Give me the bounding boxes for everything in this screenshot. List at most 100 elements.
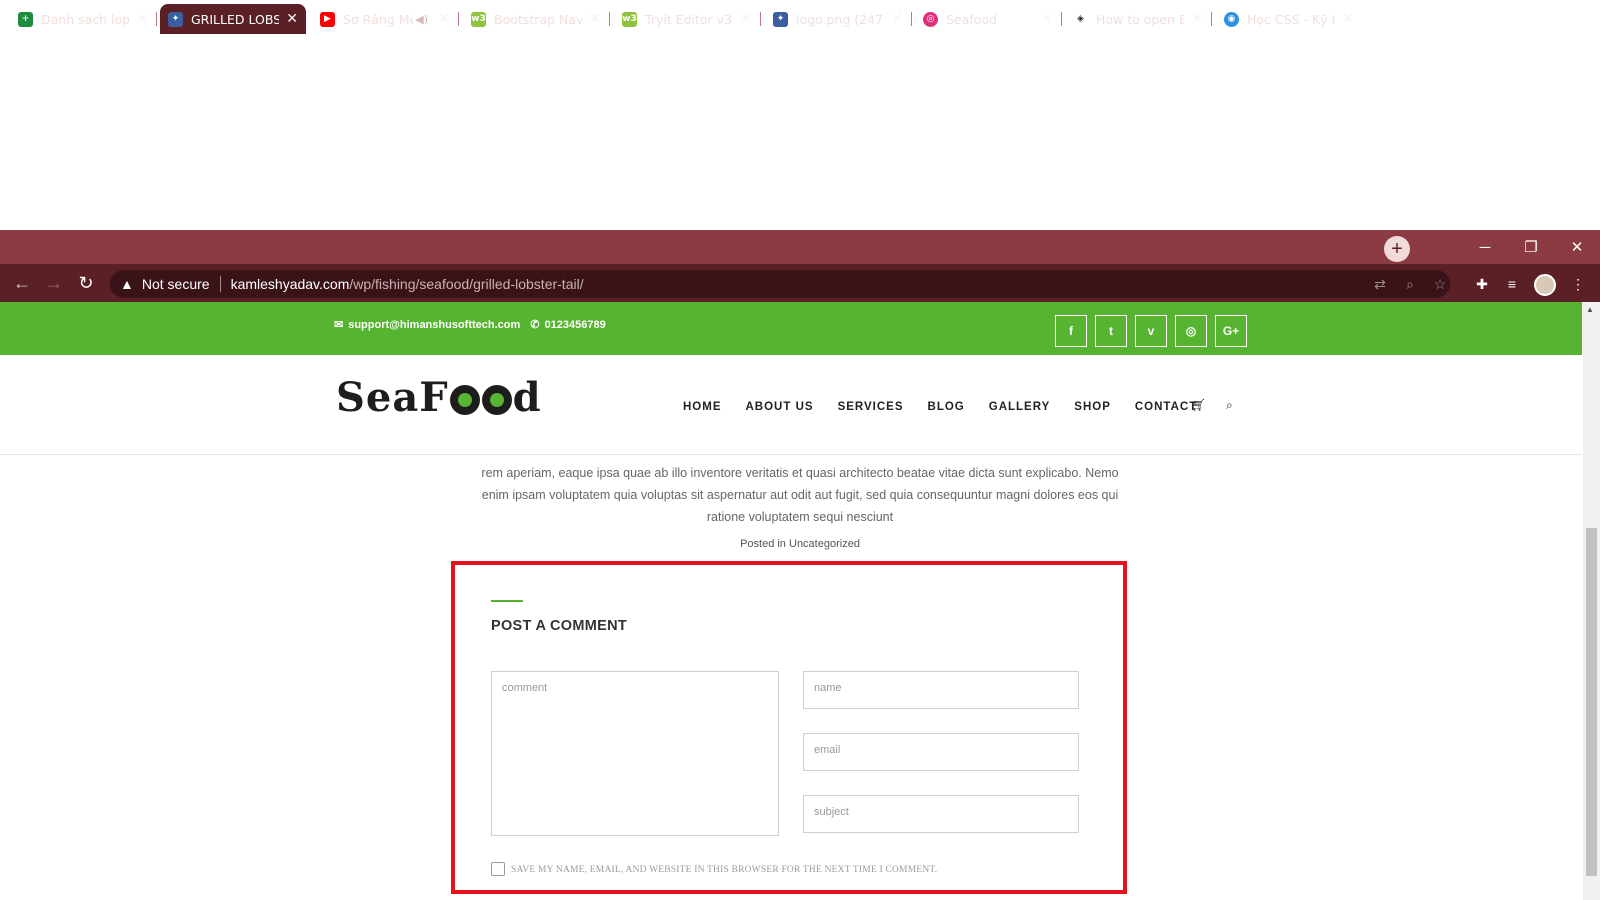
tab-6[interactable]: ✦ logo.png (247×4 ✕ — [765, 4, 912, 34]
tab-7[interactable]: ◎ Seafood ✕ — [915, 4, 1062, 34]
minimize-icon: ─ — [1479, 238, 1491, 256]
youtube-icon: ▶ — [320, 11, 335, 27]
logo-text-end: d — [512, 374, 542, 421]
post-meta: Posted in Uncategorized — [480, 538, 1120, 550]
tab-3[interactable]: ▶ Sơ Rằng Mé ◀) ✕ — [312, 4, 459, 34]
tab-separator — [1211, 12, 1212, 26]
close-icon[interactable]: ✕ — [136, 11, 148, 27]
close-icon[interactable]: ✕ — [891, 11, 903, 27]
image-icon: ✦ — [773, 11, 788, 27]
name-input[interactable]: name — [803, 671, 1079, 709]
new-tab-button[interactable]: + — [1384, 236, 1410, 262]
tab-title: logo.png (247×4 — [796, 11, 884, 27]
comment-placeholder: comment — [502, 682, 548, 694]
back-button[interactable]: ← — [9, 270, 35, 296]
star-icon[interactable]: ☆ — [1428, 272, 1452, 296]
vimeo-button[interactable]: v — [1135, 315, 1167, 347]
posted-in-label: Posted in — [740, 538, 786, 550]
close-icon[interactable]: ✕ — [1191, 11, 1203, 27]
name-placeholder: name — [814, 682, 842, 694]
menu-icon[interactable]: ⋮ — [1566, 272, 1590, 296]
tab-strip — [0, 230, 1600, 264]
tab-1[interactable]: + Danh sach lop C ✕ — [10, 4, 157, 34]
arrow-left-icon: ← — [13, 272, 31, 293]
not-secure-label[interactable]: Not secure — [142, 276, 210, 292]
warning-icon[interactable]: ▲ — [120, 276, 134, 292]
speaker-icon[interactable]: ◀) — [415, 13, 428, 26]
w3schools-icon: w3 — [471, 11, 486, 27]
save-info-checkbox[interactable] — [491, 862, 505, 876]
email-text: support@himanshusofttech.com — [348, 319, 521, 331]
nav-contact[interactable]: CONTACT — [1135, 401, 1197, 413]
tab-title: Seafood — [946, 11, 997, 27]
nav-services[interactable]: SERVICES — [838, 401, 904, 413]
google-plus-icon: G+ — [1222, 324, 1240, 338]
tab-5[interactable]: w3 Tryit Editor v3.6 ✕ — [614, 4, 761, 34]
close-window-button[interactable]: ✕ — [1554, 230, 1600, 264]
forward-button[interactable]: → — [41, 270, 67, 296]
close-icon[interactable]: ✕ — [740, 11, 752, 27]
nav-gallery[interactable]: GALLERY — [989, 401, 1051, 413]
codepen-icon: ◈ — [1073, 11, 1088, 27]
url-path[interactable]: /wp/fishing/seafood/grilled-lobster-tail… — [349, 276, 583, 292]
close-icon[interactable]: ✕ — [286, 11, 298, 27]
translate-icon[interactable]: ⇄ — [1368, 272, 1392, 296]
phone-text: 0123456789 — [544, 319, 606, 331]
site-logo[interactable]: SeaF d — [336, 374, 542, 421]
tab-8[interactable]: ◈ How to open Bo ✕ — [1065, 4, 1212, 34]
tab-2-active[interactable]: ✦ GRILLED LOBSTE ✕ — [160, 4, 306, 34]
nav-about-us[interactable]: ABOUT US — [746, 401, 814, 413]
save-info-label[interactable]: SAVE MY NAME, EMAIL, AND WEBSITE IN THIS… — [511, 865, 937, 875]
email-input[interactable]: email — [803, 733, 1079, 771]
vimeo-icon: v — [1147, 324, 1155, 338]
email-contact[interactable]: ✉ support@himanshusofttech.com — [334, 318, 520, 331]
scroll-up-arrow-icon[interactable]: ▲ — [1586, 305, 1594, 314]
phone-contact[interactable]: ✆ 0123456789 — [530, 318, 605, 331]
logo-o-icon — [481, 384, 512, 415]
extensions-icon[interactable]: ✚ — [1470, 272, 1494, 296]
reload-button[interactable]: ↻ — [73, 270, 99, 296]
arrow-right-icon: → — [45, 272, 63, 293]
address-bar[interactable]: ▲ Not secure kamleshyadav.com/wp/fishing… — [110, 270, 1450, 298]
close-icon[interactable]: ✕ — [1342, 11, 1354, 27]
css-icon: ◉ — [1224, 11, 1239, 27]
tab-title: GRILLED LOBSTE — [191, 11, 279, 27]
search-icon[interactable]: ⌕ — [1226, 398, 1233, 413]
url-host[interactable]: kamleshyadav.com — [231, 276, 350, 292]
google-plus-button[interactable]: G+ — [1215, 315, 1247, 347]
nav-blog[interactable]: BLOG — [928, 401, 965, 413]
tab-separator — [156, 12, 157, 26]
close-icon[interactable]: ✕ — [438, 11, 450, 27]
category-link[interactable]: Uncategorized — [789, 538, 860, 550]
twitter-button[interactable]: t — [1095, 315, 1127, 347]
restore-icon: ❐ — [1524, 239, 1538, 256]
w3schools-icon: w3 — [622, 11, 637, 27]
email-placeholder: email — [814, 744, 841, 756]
tab-4[interactable]: w3 Bootstrap Navig ✕ — [463, 4, 610, 34]
scroll-thumb[interactable] — [1586, 528, 1597, 876]
nav-home[interactable]: HOME — [683, 401, 722, 413]
facebook-button[interactable]: f — [1055, 315, 1087, 347]
avatar[interactable] — [1534, 274, 1556, 296]
close-icon[interactable]: ✕ — [589, 11, 601, 27]
tab-separator — [760, 12, 761, 26]
tab-9[interactable]: ◉ Học CSS - Kỹ thu ✕ — [1216, 4, 1362, 34]
minimize-button[interactable]: ─ — [1462, 230, 1508, 264]
tab-separator — [1061, 12, 1062, 26]
comment-textarea[interactable]: comment — [491, 671, 779, 836]
tab-separator — [609, 12, 610, 26]
cart-icon[interactable]: 🛒︎ — [1191, 398, 1206, 412]
logo-o-icon — [449, 384, 480, 415]
zoom-icon[interactable]: ⌕ — [1398, 272, 1422, 296]
subject-input[interactable]: subject — [803, 795, 1079, 833]
close-icon[interactable]: ✕ — [1041, 11, 1053, 27]
restore-button[interactable]: ❐ — [1508, 230, 1554, 264]
tab-title: How to open Bo — [1096, 11, 1184, 27]
reload-icon: ↻ — [78, 272, 94, 293]
logo-text-start: SeaF — [336, 374, 449, 421]
nav-shop[interactable]: SHOP — [1074, 401, 1111, 413]
media-icon[interactable]: ≡ — [1500, 272, 1524, 296]
dribbble-button[interactable]: ◎ — [1175, 315, 1207, 347]
envelope-icon: ✉ — [334, 319, 344, 331]
seafood-icon: ◎ — [923, 11, 938, 27]
